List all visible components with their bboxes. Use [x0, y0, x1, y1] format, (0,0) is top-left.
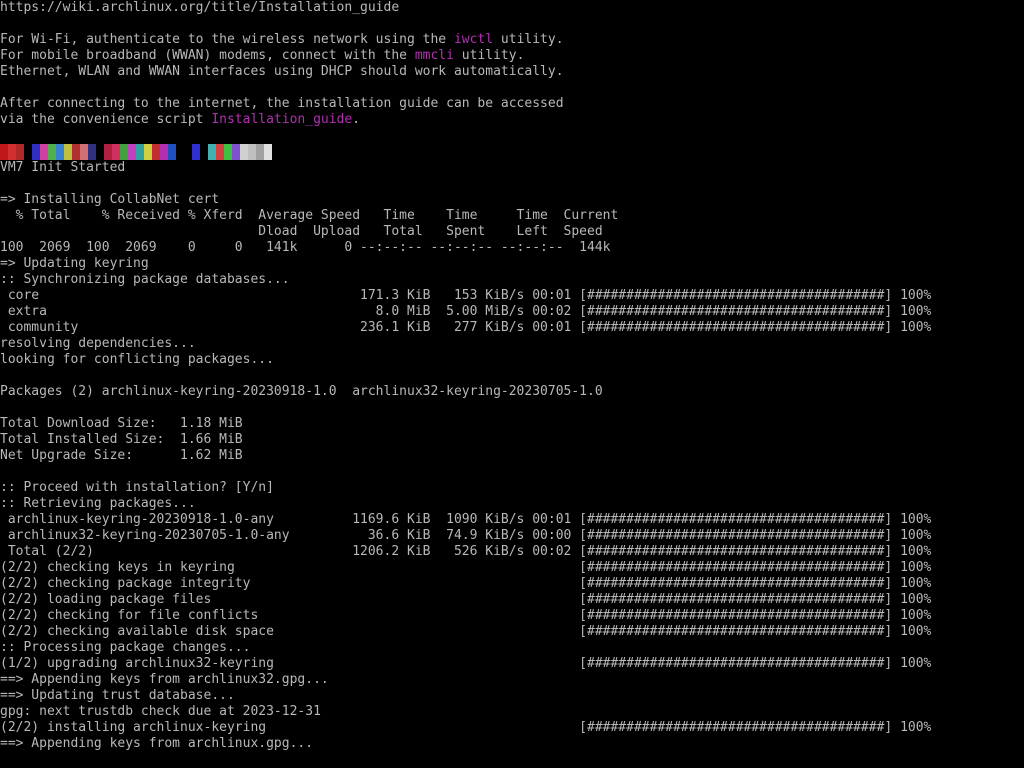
color-block — [152, 144, 160, 160]
terminal-console[interactable]: https://wiki.archlinux.org/title/Install… — [0, 0, 1024, 768]
console-line: Net Upgrade Size: 1.62 MiB — [0, 448, 243, 463]
color-block — [80, 144, 88, 160]
color-block — [32, 144, 40, 160]
console-line: ==> Updating trust database... — [0, 688, 235, 703]
color-block — [160, 144, 168, 160]
motd-wwan-command: mmcli — [414, 48, 454, 63]
color-block — [64, 144, 72, 160]
color-block — [8, 144, 16, 160]
motd-wifi-text: For Wi-Fi, authenticate to the wireless … — [0, 32, 454, 47]
color-block — [88, 144, 96, 160]
color-block — [136, 144, 144, 160]
console-line: looking for conflicting packages... — [0, 352, 274, 367]
console-line: (2/2) checking keys in keyring [########… — [0, 560, 932, 575]
console-line: :: Processing package changes... — [0, 640, 251, 655]
console-line: Total Download Size: 1.18 MiB — [0, 416, 243, 431]
color-block — [56, 144, 64, 160]
console-line: gpg: next trustdb check due at 2023-12-3… — [0, 704, 321, 719]
color-block — [16, 144, 24, 160]
color-block — [200, 144, 208, 160]
motd-wifi-line: For Wi-Fi, authenticate to the wireless … — [0, 32, 564, 48]
console-line: core 171.3 KiB 153 KiB/s 00:01 [########… — [0, 288, 932, 303]
color-block — [176, 144, 184, 160]
console-line: :: Synchronizing package databases... — [0, 272, 290, 287]
console-line: (2/2) checking package integrity [######… — [0, 576, 932, 591]
console-line: community 236.1 KiB 277 KiB/s 00:01 [###… — [0, 320, 932, 335]
motd-guide-line-1: After connecting to the internet, the in… — [0, 96, 564, 111]
console-line: archlinux32-keyring-20230705-1.0-any 36.… — [0, 528, 932, 543]
motd-guide-text: via the convenience script — [0, 112, 212, 127]
console-line: (2/2) installing archlinux-keyring [####… — [0, 720, 932, 735]
console-line: Total Installed Size: 1.66 MiB — [0, 432, 243, 447]
motd-url: https://wiki.archlinux.org/title/Install… — [0, 0, 400, 15]
color-block — [96, 144, 104, 160]
color-block — [120, 144, 128, 160]
motd-guide-command: Installation_guide — [211, 112, 353, 127]
color-block — [208, 144, 216, 160]
color-block — [24, 144, 32, 160]
motd-wwan-suffix: utility. — [453, 48, 525, 63]
console-line: archlinux-keyring-20230918-1.0-any 1169.… — [0, 512, 932, 527]
console-line: ==> Appending keys from archlinux.gpg... — [0, 736, 314, 751]
console-line: :: Proceed with installation? [Y/n] — [0, 480, 274, 495]
color-block — [48, 144, 56, 160]
color-block — [216, 144, 224, 160]
color-block — [104, 144, 112, 160]
color-block — [256, 144, 264, 160]
color-block — [144, 144, 152, 160]
console-line: => Installing CollabNet cert — [0, 192, 220, 207]
color-block — [0, 144, 8, 160]
console-line: :: Retrieving packages... — [0, 496, 196, 511]
color-block — [224, 144, 232, 160]
color-block — [128, 144, 136, 160]
color-block — [112, 144, 120, 160]
motd-wifi-command: iwctl — [453, 32, 494, 47]
color-block — [184, 144, 192, 160]
color-block — [72, 144, 80, 160]
color-block — [168, 144, 176, 160]
motd-wwan-line: For mobile broadband (WWAN) modems, conn… — [0, 48, 524, 64]
color-block — [248, 144, 256, 160]
console-line: (1/2) upgrading archlinux32-keyring [###… — [0, 656, 932, 671]
motd-dhcp-line: Ethernet, WLAN and WWAN interfaces using… — [0, 64, 564, 79]
color-test-bar — [0, 144, 272, 160]
console-line: Total (2/2) 1206.2 KiB 526 KiB/s 00:02 [… — [0, 544, 932, 559]
console-line: Packages (2) archlinux-keyring-20230918-… — [0, 384, 603, 399]
motd-wifi-suffix: utility. — [493, 32, 564, 47]
console-line: ==> Appending keys from archlinux32.gpg.… — [0, 672, 329, 687]
motd-wwan-text: For mobile broadband (WWAN) modems, conn… — [0, 48, 415, 63]
color-block — [192, 144, 200, 160]
color-block — [232, 144, 240, 160]
console-line: % Total % Received % Xferd Average Speed… — [0, 208, 619, 223]
console-line: (2/2) checking available disk space [###… — [0, 624, 932, 639]
color-block — [240, 144, 248, 160]
motd-guide-suffix: . — [352, 112, 361, 127]
console-line: VM7 Init Started — [0, 160, 126, 175]
color-block — [40, 144, 48, 160]
console-line: extra 8.0 MiB 5.00 MiB/s 00:02 [########… — [0, 304, 932, 319]
console-line: => Updating keyring — [0, 256, 149, 271]
console-line: resolving dependencies... — [0, 336, 196, 351]
console-line: Dload Upload Total Spent Left Speed — [0, 224, 603, 239]
console-line: 100 2069 100 2069 0 0 141k 0 --:--:-- --… — [0, 240, 611, 255]
color-block — [264, 144, 272, 160]
console-line: (2/2) loading package files [###########… — [0, 592, 932, 607]
console-line: (2/2) checking for file conflicts [#####… — [0, 608, 932, 623]
motd-guide-line-2: via the convenience script Installation_… — [0, 112, 360, 128]
